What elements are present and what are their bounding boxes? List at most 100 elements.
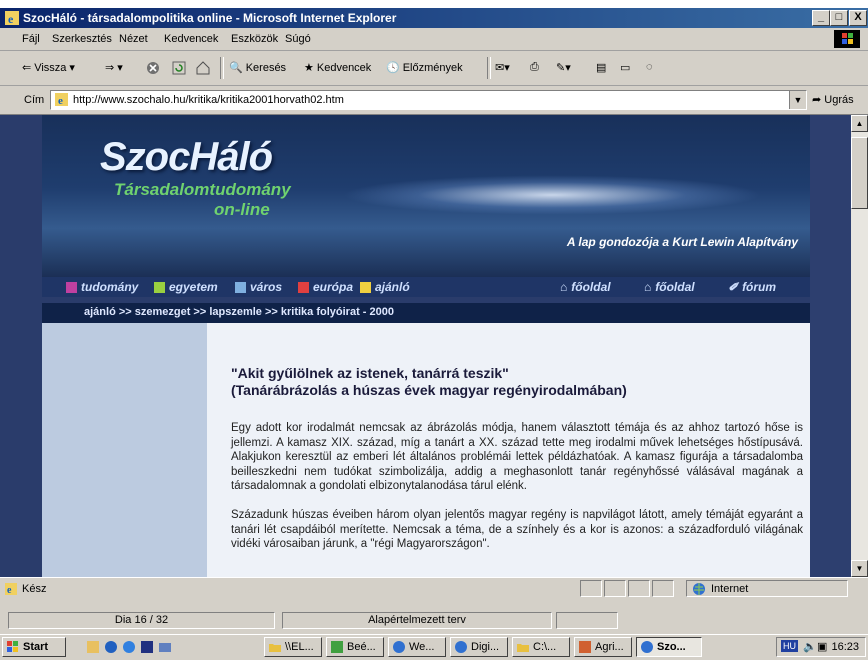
windows-logo-icon (7, 641, 18, 652)
article-paragraph: Századunk húszas éveiben három olyan jel… (231, 509, 803, 550)
nav-item-tudomany[interactable]: tudomány (66, 280, 138, 294)
quicklaunch-outlook-icon[interactable] (86, 640, 100, 654)
address-input[interactable]: e http://www.szochalo.hu/kritika/kritika… (50, 90, 807, 110)
task-folder[interactable]: C:\... (512, 637, 570, 657)
history-icon: 🕓 (386, 62, 400, 74)
page-icon: e (55, 93, 68, 107)
clock: 16:23 (831, 641, 859, 653)
taskbar: Start \\EL... Beé... We... Digi... C:\..… (0, 634, 868, 660)
home-icon (196, 61, 210, 75)
task-ie[interactable]: Digi... (450, 637, 508, 657)
back-button[interactable]: ⇐ Vissza ▾ (22, 61, 75, 75)
scroll-up-button[interactable]: ▲ (851, 115, 868, 132)
pen-icon: ✐ (728, 280, 739, 294)
chevron-down-icon: ▾ (69, 62, 75, 74)
search-button[interactable]: 🔍 Keresés (229, 61, 286, 75)
document-icon: ▤ (596, 62, 607, 74)
menu-favorites[interactable]: Kedvencek (164, 33, 218, 45)
scroll-thumb[interactable] (851, 137, 868, 209)
refresh-icon (172, 61, 186, 75)
site-logo[interactable]: SzocHáló (100, 135, 273, 180)
forward-button[interactable]: ⇒ ▾ (105, 61, 123, 74)
folder-icon (517, 644, 529, 652)
forward-arrow-icon: ⇒ ▾ (105, 62, 123, 74)
menu-bar: Fájl Szerkesztés Nézet Kedvencek Eszközö… (0, 28, 868, 51)
menu-edit[interactable]: Szerkesztés (52, 33, 112, 45)
svg-text:e: e (58, 95, 63, 107)
vertical-scrollbar[interactable]: ▲ ▼ (851, 115, 868, 577)
network-icon[interactable]: ▣ (817, 640, 827, 653)
page-viewport: SzocHáló Társadalomtudomány on-line A la… (0, 115, 851, 577)
stop-button[interactable] (146, 61, 160, 75)
minimize-button[interactable]: _ (812, 10, 830, 26)
menu-file[interactable]: Fájl (22, 33, 40, 45)
toolbar-separator (220, 57, 224, 79)
scroll-down-button[interactable]: ▼ (851, 560, 868, 577)
windows-logo-icon (834, 30, 860, 48)
ie-icon (641, 641, 653, 653)
square-icon (360, 281, 371, 293)
maximize-button[interactable]: □ (830, 10, 848, 26)
start-button[interactable]: Start (2, 637, 66, 657)
nav-item-ajanlo[interactable]: ajánló (360, 280, 410, 294)
chat-icon: ◌ (646, 61, 653, 73)
left-column (42, 323, 207, 577)
address-dropdown-button[interactable]: ▼ (789, 91, 806, 109)
chat-button[interactable]: ◌ (646, 61, 653, 73)
address-url: http://www.szochalo.hu/kritika/kritika20… (73, 94, 344, 106)
article-paragraph: Egy adott kor irodalmát nemcsak az ábráz… (231, 422, 803, 492)
article-content: "Akit gyűlölnek az istenek, tanárrá tesz… (207, 323, 810, 577)
right-column (810, 115, 851, 577)
nav-home-1[interactable]: ⌂ főoldal (560, 280, 611, 294)
favorites-button[interactable]: ★ Kedvencek (304, 61, 371, 75)
task-powerpoint[interactable]: Agri... (574, 637, 632, 657)
site-slogan: A lap gondozója a Kurt Lewin Alapítvány (566, 235, 798, 249)
menu-view[interactable]: Nézet (119, 33, 148, 45)
quicklaunch-desktop-icon[interactable] (158, 640, 172, 654)
site-nav: tudomány egyetem város európa ajánló ⌂ f… (42, 277, 810, 297)
title-bar: e SzocHáló - társadalompolitika online -… (0, 8, 868, 28)
go-button[interactable]: ➦ Ugrás (812, 93, 854, 106)
close-button[interactable]: X (849, 10, 867, 26)
home-button[interactable] (196, 61, 210, 75)
square-icon (235, 281, 246, 293)
house-icon: ⌂ (644, 280, 652, 294)
globe-icon (693, 583, 705, 595)
status-cell (580, 580, 602, 597)
print-button[interactable]: ⎙ (530, 61, 539, 74)
speaker-icon[interactable]: 🔈 (803, 640, 817, 653)
menu-help[interactable]: Súgó (285, 33, 311, 45)
mail-button[interactable]: ✉▾ (495, 61, 510, 74)
svg-text:e: e (8, 12, 14, 26)
quicklaunch-app-icon[interactable] (140, 640, 154, 654)
system-tray: HU 🔈 ▣ 16:23 (776, 637, 866, 657)
discuss-button[interactable]: ▤ (596, 61, 606, 74)
task-explorer[interactable]: \\EL... (264, 637, 322, 657)
edit-button[interactable]: ✎▾ (556, 61, 571, 74)
task-ie-active[interactable]: Szo... (636, 637, 702, 657)
edit-icon: ✎▾ (556, 62, 571, 74)
house-icon: ⌂ (560, 280, 568, 294)
status-bar: e Kész Internet (0, 577, 868, 598)
nav-item-egyetem[interactable]: egyetem (154, 280, 218, 294)
task-app[interactable]: Beé... (326, 637, 384, 657)
messenger-button[interactable]: ▭ (620, 61, 630, 74)
breadcrumb[interactable]: ajánló >> szemezget >> lapszemle >> krit… (84, 306, 394, 318)
nav-item-europa[interactable]: európa (298, 280, 353, 294)
quicklaunch-browser-icon[interactable] (122, 640, 136, 654)
status-cell (628, 580, 650, 597)
ie-icon (455, 641, 467, 653)
menu-tools[interactable]: Eszközök (231, 33, 278, 45)
task-ie[interactable]: We... (388, 637, 446, 657)
refresh-button[interactable] (172, 61, 186, 75)
nav-forum[interactable]: ✐ fórum (728, 280, 776, 294)
nav-home-2[interactable]: ⌂ főoldal (644, 280, 695, 294)
history-button[interactable]: 🕓 Előzmények (386, 61, 463, 75)
site-banner: SzocHáló Társadalomtudomány on-line A la… (42, 115, 810, 277)
quicklaunch-ie-icon[interactable] (104, 640, 118, 654)
powerpoint-icon (579, 641, 591, 653)
nav-item-varos[interactable]: város (235, 280, 282, 294)
messenger-icon: ▭ (620, 62, 631, 74)
language-indicator[interactable]: HU (781, 640, 798, 652)
page-icon: e (5, 583, 17, 596)
